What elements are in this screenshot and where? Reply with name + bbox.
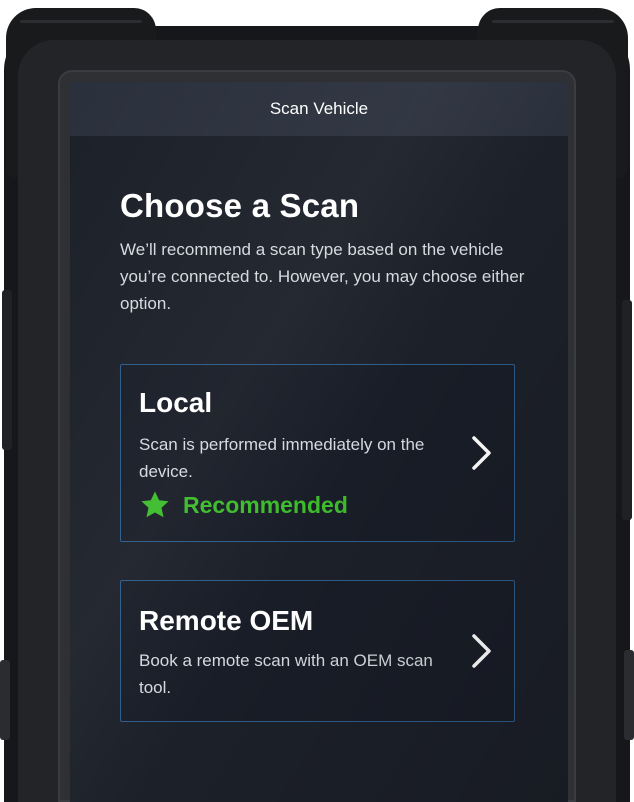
device-housing: Scan Vehicle Choose a Scan We’ll recomme… <box>0 0 634 802</box>
option-description: Scan is performed immediately on the dev… <box>139 435 425 481</box>
chevron-right-icon <box>472 634 491 668</box>
recommended-label: Recommended <box>183 491 348 518</box>
scan-option-remote-oem[interactable]: Remote OEM Book a remote scan with an OE… <box>120 580 515 722</box>
header-title: Scan Vehicle <box>269 99 369 118</box>
app-header: Scan Vehicle <box>70 82 568 136</box>
app-screen: Scan Vehicle Choose a Scan We’ll recomme… <box>70 82 568 802</box>
device-grip-left <box>2 290 12 450</box>
page-title: Choose a Scan <box>120 187 360 224</box>
chevron-right-icon <box>472 436 491 470</box>
device-grip-right <box>622 300 632 520</box>
device-button-right <box>624 650 634 740</box>
scan-option-local[interactable]: Local Scan is performed immediately on t… <box>120 364 515 542</box>
option-description: Book a remote scan with an OEM scan tool… <box>139 651 433 697</box>
device-button-left <box>0 660 10 740</box>
intro-text: We’ll recommend a scan type based on the… <box>120 240 525 313</box>
recommended-badge: Recommended <box>139 489 348 521</box>
intro-section: Choose a Scan We’ll recommend a scan typ… <box>120 186 530 317</box>
option-title: Remote OEM <box>139 605 314 636</box>
star-icon <box>141 491 169 518</box>
option-title: Local <box>139 387 213 418</box>
